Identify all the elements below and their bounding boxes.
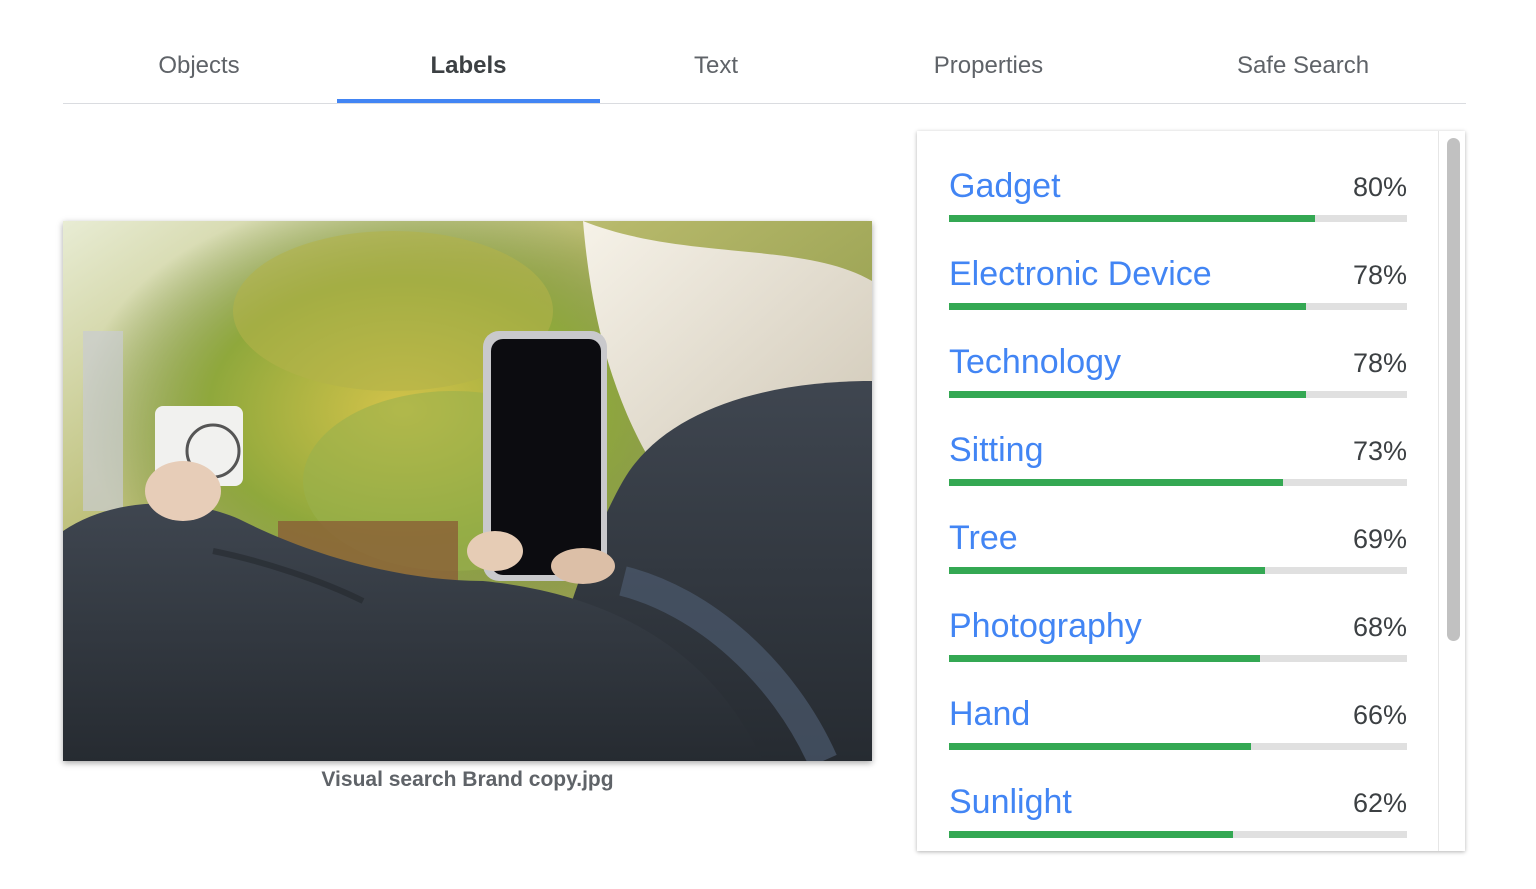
tab-safe-search[interactable]: Safe Search: [1145, 30, 1461, 102]
label-row-technology: Technology 78%: [949, 307, 1407, 398]
label-score: 73%: [1352, 436, 1407, 466]
scrollbar-track: [1438, 131, 1439, 851]
label-row-sitting: Sitting 73%: [949, 395, 1407, 486]
tab-properties[interactable]: Properties: [832, 30, 1145, 102]
tab-label: Objects: [158, 52, 240, 79]
label-row-gadget: Gadget 80%: [949, 131, 1407, 222]
label-score: 78%: [1352, 260, 1407, 290]
label-name[interactable]: Hand: [949, 695, 1030, 734]
label-name[interactable]: Technology: [949, 343, 1121, 382]
label-name[interactable]: Gadget: [949, 167, 1061, 206]
tab-text[interactable]: Text: [600, 30, 832, 102]
label-score: 80%: [1352, 172, 1407, 202]
tab-bar: Objects Labels Text Properties Safe Sear…: [63, 30, 1466, 104]
tab-objects[interactable]: Objects: [63, 30, 335, 102]
label-name[interactable]: Sunlight: [949, 783, 1072, 822]
label-name[interactable]: Electronic Device: [949, 255, 1212, 294]
tab-labels[interactable]: Labels: [337, 30, 600, 103]
image-caption: Visual search Brand copy.jpg: [321, 768, 614, 791]
active-tab-indicator: [337, 99, 600, 103]
label-score: 62%: [1352, 788, 1407, 818]
tab-label: Properties: [933, 52, 1044, 79]
labels-panel: Gadget 80% Electronic Device 78% Technol…: [917, 131, 1465, 851]
confidence-bar-fill: [949, 831, 1233, 838]
scrollbar-thumb[interactable]: [1447, 138, 1460, 641]
label-score: 66%: [1352, 700, 1407, 730]
label-score: 68%: [1352, 612, 1407, 642]
label-row-tree: Tree 69%: [949, 483, 1407, 574]
photo-person-holding-phone: [63, 221, 872, 761]
confidence-bar: [949, 831, 1407, 838]
label-name[interactable]: Photography: [949, 607, 1142, 646]
label-score: 78%: [1352, 348, 1407, 378]
label-row-electronic-device: Electronic Device 78%: [949, 219, 1407, 310]
label-row-hand: Hand 66%: [949, 659, 1407, 750]
tab-label: Safe Search: [1236, 52, 1370, 79]
label-row-photography: Photography 68%: [949, 571, 1407, 662]
tab-label: Text: [693, 52, 738, 79]
tab-label: Labels: [430, 52, 507, 79]
label-name[interactable]: Sitting: [949, 431, 1044, 470]
analyzed-image: [63, 221, 872, 761]
label-row-sunlight: Sunlight 62%: [949, 747, 1407, 838]
label-score: 69%: [1352, 524, 1407, 554]
label-name[interactable]: Tree: [949, 519, 1018, 558]
